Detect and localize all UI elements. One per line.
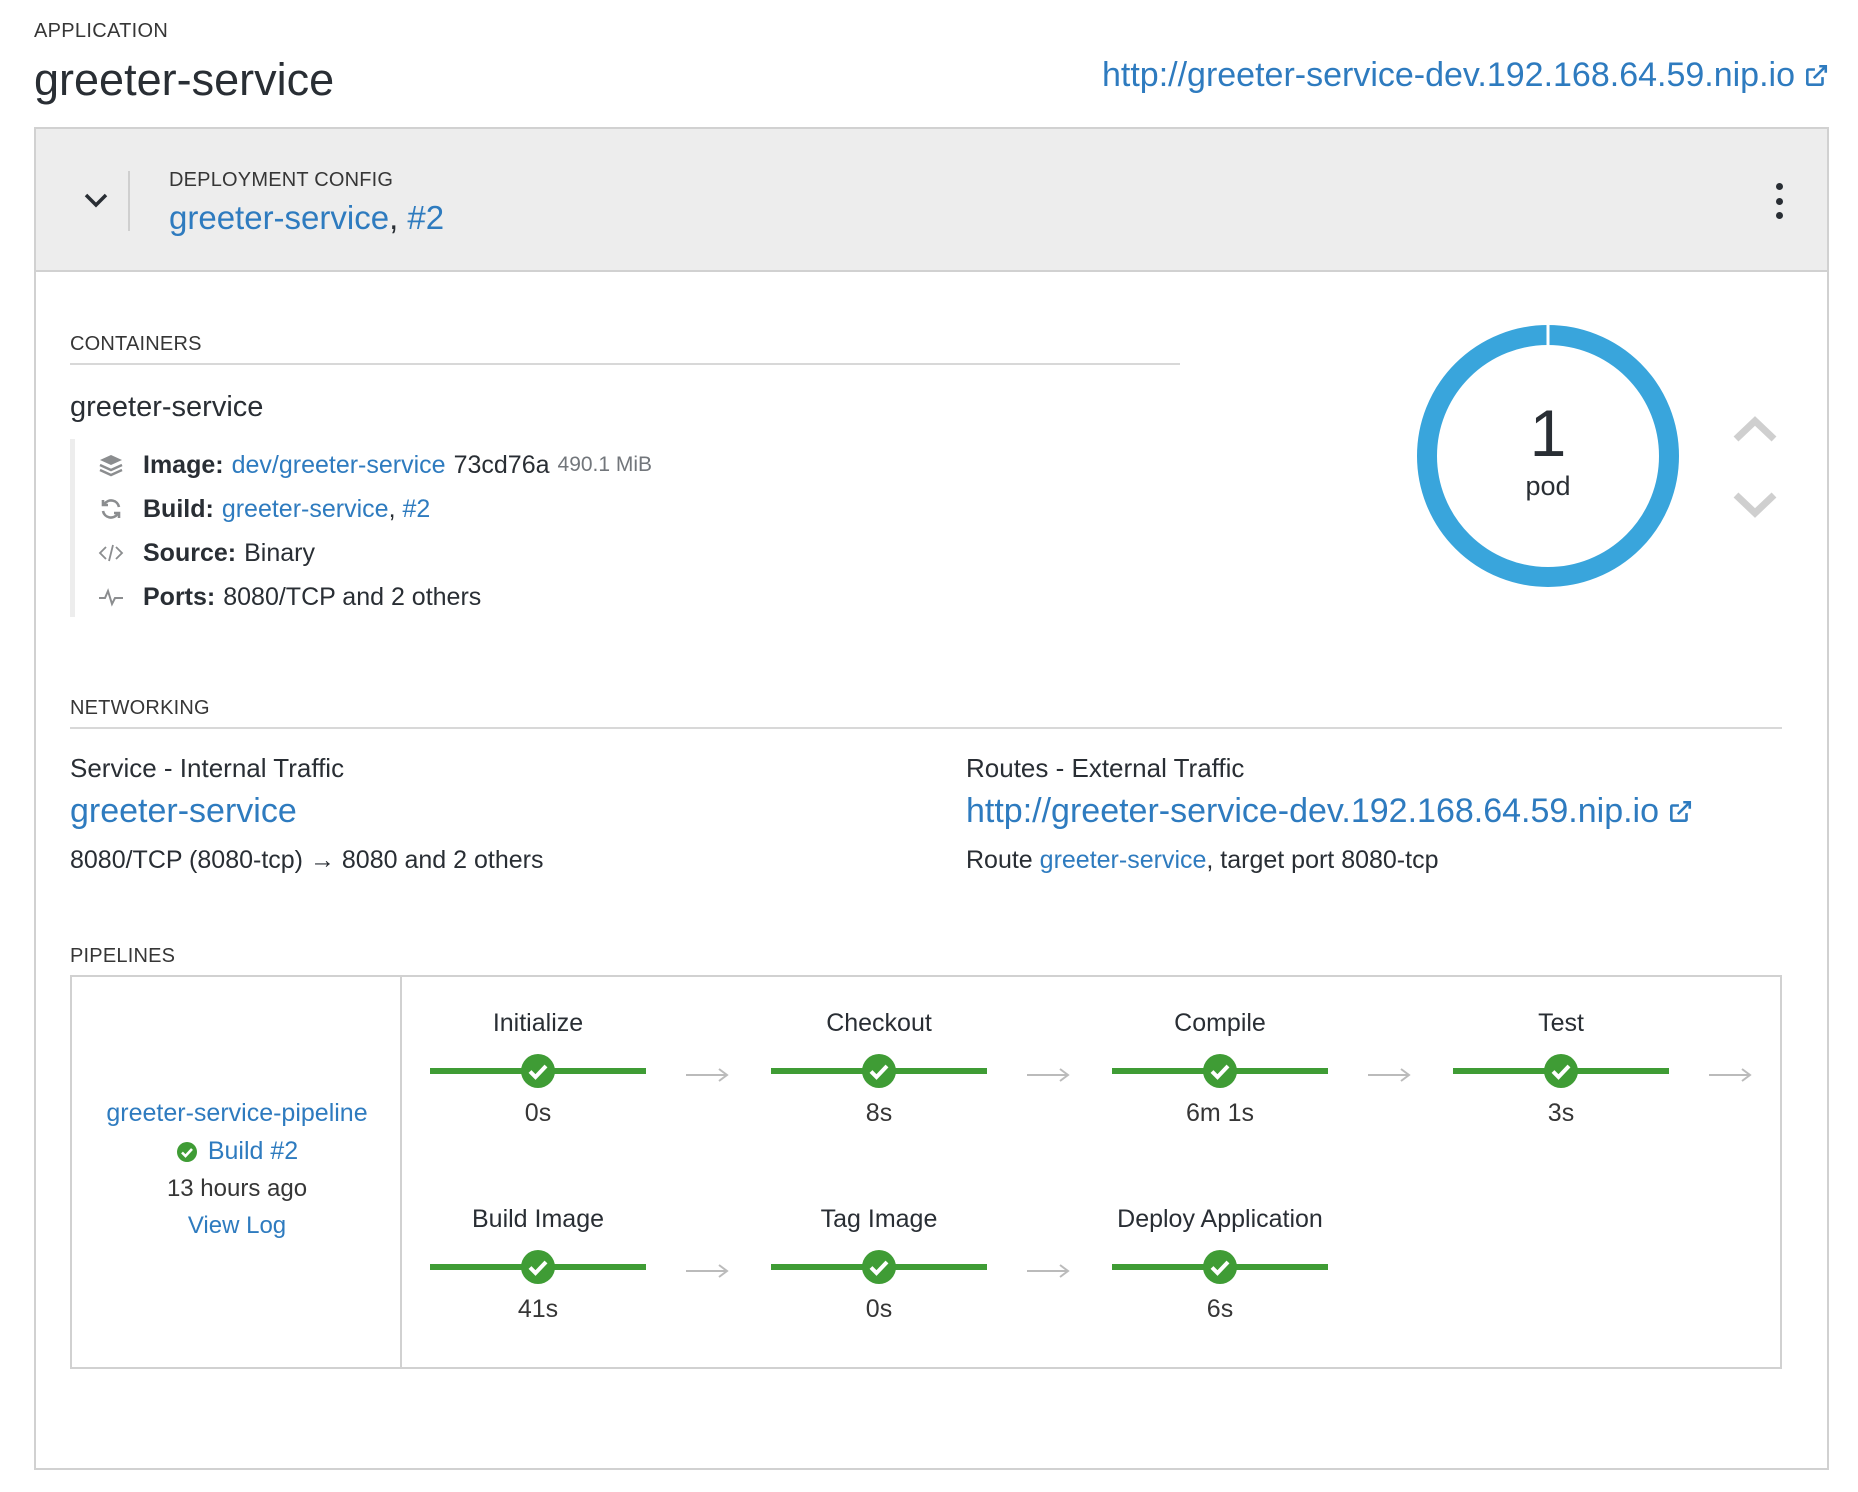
service-heading: Service - Internal Traffic — [70, 753, 345, 783]
scale-up-chevron-icon[interactable] — [1730, 411, 1780, 447]
pipeline-box: greeter-service-pipeline Build #2 13 hou… — [70, 975, 1782, 1369]
stage-arrow-icon — [1027, 1264, 1070, 1278]
pipeline-summary: greeter-service-pipeline Build #2 13 hou… — [72, 977, 402, 1367]
stage-duration: 0s — [865, 1295, 893, 1323]
stage-success-icon — [1203, 1250, 1237, 1284]
success-check-icon — [176, 1141, 197, 1162]
stage-name: Test — [1538, 1009, 1584, 1037]
application-label: APPLICATION — [34, 20, 169, 42]
stage-arrow-icon — [1027, 1068, 1070, 1082]
pipeline-name-link[interactable]: greeter-service-pipeline — [72, 1099, 402, 1128]
stage-arrow-icon — [686, 1264, 729, 1278]
stage-success-icon — [521, 1054, 555, 1088]
application-title: greeter-service — [34, 54, 335, 105]
pulse-icon — [97, 583, 125, 611]
collapse-chevron-icon[interactable] — [76, 181, 116, 221]
image-label: Image: — [143, 450, 224, 479]
stage-duration: 8s — [865, 1099, 893, 1127]
header-divider — [128, 171, 130, 231]
route-suffix: , target port 8080-tcp — [1206, 846, 1439, 874]
layers-icon — [97, 451, 125, 479]
stage-name: Deploy Application — [1117, 1205, 1323, 1233]
build-row: Build: greeter-service, #2 — [97, 491, 430, 527]
stage-arrow-icon — [1368, 1068, 1411, 1082]
deployment-card-header: DEPLOYMENT CONFIG greeter-service, #2 — [36, 129, 1827, 272]
external-link-icon — [1806, 64, 1828, 86]
image-hash: 73cd76a — [453, 450, 550, 479]
deployment-card: DEPLOYMENT CONFIG greeter-service, #2 CO… — [34, 127, 1829, 1470]
route-url: http://greeter-service-dev.192.168.64.59… — [966, 792, 1660, 830]
code-icon — [97, 539, 125, 567]
route-name-link[interactable]: greeter-service — [1040, 846, 1207, 874]
stage-duration: 3s — [1547, 1099, 1575, 1127]
stage-success-icon — [862, 1250, 896, 1284]
service-ports: 8080/TCP (8080-tcp) → 8080 and 2 others — [70, 846, 543, 875]
stage-success-icon — [862, 1054, 896, 1088]
source-label: Source: — [143, 538, 237, 567]
service-port-right: 8080 and 2 others — [341, 846, 544, 874]
container-name: greeter-service — [70, 391, 264, 423]
build-separator: , — [388, 494, 396, 523]
build-revision-link[interactable]: #2 — [403, 495, 431, 524]
pod-count: 1 — [1529, 396, 1567, 470]
application-route-link[interactable]: http://greeter-service-dev.192.168.64.59… — [1102, 56, 1829, 95]
build-link[interactable]: greeter-service — [222, 495, 389, 524]
stage-arrow-icon — [686, 1068, 729, 1082]
route-prefix: Route — [966, 846, 1033, 874]
stage-success-icon — [1544, 1054, 1578, 1088]
stage-success-icon — [521, 1250, 555, 1284]
stage-name: Tag Image — [820, 1205, 938, 1233]
stage-duration: 41s — [517, 1295, 559, 1323]
external-link-icon — [1670, 800, 1692, 822]
stage-duration: 0s — [524, 1099, 552, 1127]
refresh-icon — [97, 495, 125, 523]
containers-divider — [70, 363, 1180, 365]
deployment-config-label: DEPLOYMENT CONFIG — [169, 169, 394, 191]
stage-name: Checkout — [826, 1009, 932, 1037]
container-details: Image: dev/greeter-service 73cd76a 490.1… — [70, 439, 652, 617]
image-row: Image: dev/greeter-service 73cd76a 490.1… — [97, 447, 652, 483]
routes-heading: Routes - External Traffic — [966, 753, 1245, 783]
deployment-config-title: greeter-service, #2 — [169, 195, 444, 241]
stage-name: Build Image — [471, 1205, 605, 1233]
route-details: Route greeter-service, target port 8080-… — [966, 846, 1439, 875]
stage-success-icon — [1203, 1054, 1237, 1088]
pipeline-time-ago: 13 hours ago — [166, 1175, 308, 1202]
image-size: 490.1 MiB — [557, 453, 653, 476]
pipelines-label: PIPELINES — [70, 945, 176, 967]
deployment-config-separator: , — [389, 199, 399, 236]
stage-arrow-icon — [1709, 1068, 1752, 1082]
pipeline-build-link[interactable]: Build #2 — [208, 1137, 298, 1166]
port-arrow-icon: → — [309, 846, 335, 874]
deployment-revision-link[interactable]: #2 — [407, 199, 444, 236]
deployment-config-name-link[interactable]: greeter-service — [169, 199, 389, 236]
image-link[interactable]: dev/greeter-service — [232, 451, 446, 480]
application-route-url: http://greeter-service-dev.192.168.64.59… — [1101, 56, 1795, 94]
source-value: Binary — [244, 538, 315, 567]
ports-label: Ports: — [143, 582, 216, 611]
stage-duration: 6m 1s — [1185, 1099, 1255, 1127]
view-log-link[interactable]: View Log — [72, 1212, 402, 1240]
actions-kebab-icon[interactable] — [1771, 183, 1787, 219]
ports-row: Ports: 8080/TCP and 2 others — [97, 579, 481, 615]
networking-divider — [70, 727, 1782, 729]
stage-name: Compile — [1174, 1009, 1266, 1037]
pipeline-build-status: Build #2 — [72, 1137, 402, 1166]
source-row: Source: Binary — [97, 535, 315, 571]
route-url-link[interactable]: http://greeter-service-dev.192.168.64.59… — [966, 792, 1693, 831]
containers-label: CONTAINERS — [70, 333, 202, 355]
pod-unit: pod — [1525, 471, 1571, 501]
stage-duration: 6s — [1206, 1295, 1234, 1323]
scale-down-chevron-icon[interactable] — [1730, 487, 1780, 523]
ports-value: 8080/TCP and 2 others — [223, 582, 482, 611]
stage-name: Initialize — [492, 1009, 584, 1037]
networking-label: NETWORKING — [70, 697, 210, 719]
service-port-left: 8080/TCP (8080-tcp) — [70, 846, 303, 874]
build-label: Build: — [143, 494, 214, 523]
service-link[interactable]: greeter-service — [70, 792, 297, 831]
